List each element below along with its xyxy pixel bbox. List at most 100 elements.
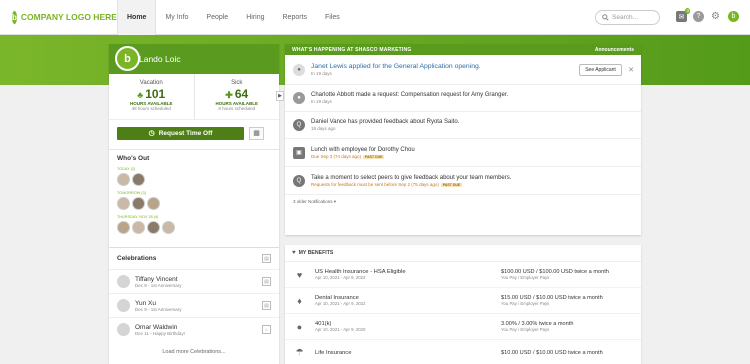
avatar	[117, 323, 130, 336]
notification-due: Requests for feedback must be sent befor…	[311, 181, 439, 187]
profile-avatar[interactable]: b	[115, 46, 140, 71]
main-nav: Home My Info People Hiring Reports Files	[117, 0, 349, 35]
my-benefits-panel: ♥ MY BENEFITS ♥ US Health Insurance - HS…	[285, 245, 641, 364]
nav-hiring[interactable]: Hiring	[237, 0, 273, 35]
nav-reports[interactable]: Reports	[274, 0, 317, 35]
birthday-cake-icon: ⌂	[262, 325, 271, 334]
whos-out-day: THURSDAY, NOV 28 (4)	[117, 215, 159, 219]
whos-out-section: Who's Out TODAY (2) TOMORROW (3) THURSDA…	[109, 150, 279, 234]
request-time-off-label: Request Time Off	[158, 129, 213, 137]
vacation-hours: 101	[145, 87, 166, 101]
profile-header: b Lando Loic	[109, 44, 279, 74]
user-avatar[interactable]: b	[728, 11, 739, 22]
benefit-name: Life Insurance	[315, 349, 352, 356]
load-more-celebrations-link[interactable]: Load more Celebrations...	[109, 349, 279, 355]
inbox-icon[interactable]: ✉ 3	[676, 8, 690, 22]
sick-scheduled: 8 hours scheduled	[218, 106, 256, 111]
nav-my-info[interactable]: My Info	[156, 0, 197, 35]
celebration-desc: Dec 9 - 1st Anniversary	[135, 306, 182, 312]
announcements-link[interactable]: Announcements	[595, 47, 634, 53]
notification-text: Lunch with employee for Dorothy Chou	[311, 146, 415, 153]
next-balance-arrow-icon[interactable]: ▶	[276, 91, 284, 101]
avatar[interactable]	[162, 221, 175, 234]
list-item[interactable]: Yun Xu Dec 9 - 1st Anniversary ▤	[109, 293, 279, 317]
avatar	[117, 299, 130, 312]
benefit-pay-label: You Pay / Employer Pays	[501, 301, 550, 306]
notification-due: Due Sep 3 (74 days ago)	[311, 153, 362, 159]
heartbeat-icon: ♥	[296, 269, 303, 280]
feedback-icon: Q	[293, 174, 305, 187]
profile-card: b Lando Loic Vacation ♣ 101 HOURS AVAILAB…	[109, 44, 284, 364]
request-time-off-button[interactable]: ◷ Request Time Off	[117, 126, 244, 140]
avatar[interactable]	[132, 173, 145, 186]
notification-item[interactable]: ● Charlotte Abbott made a request: Compe…	[285, 85, 641, 112]
notification-item[interactable]: ● Janet Lewis applied for the General Ap…	[285, 55, 641, 85]
logo-mark-icon: b	[12, 10, 17, 24]
whos-out-day: TOMORROW (3)	[117, 191, 147, 195]
nav-files[interactable]: Files	[316, 0, 349, 35]
older-notifications-link[interactable]: 3 older Notifications ▾	[285, 195, 641, 209]
company-logo[interactable]: b COMPANY LOGO HERE	[12, 10, 117, 24]
list-item[interactable]: Tiffany Vincent Dec 9 - 1st Anniversary ▤	[109, 269, 279, 293]
avatar[interactable]	[147, 221, 160, 234]
avatar[interactable]	[132, 221, 145, 234]
whats-happening-panel: WHAT'S HAPPENING AT SHASCO MARKETING Ann…	[285, 44, 641, 235]
tooth-icon: ♦	[297, 295, 302, 306]
settings-gear-icon[interactable]: ⚙	[710, 11, 721, 22]
avatar[interactable]	[117, 221, 130, 234]
avatar[interactable]	[117, 197, 130, 210]
vacation-scheduled: 48 hours scheduled	[131, 106, 171, 111]
help-icon[interactable]: ?	[693, 11, 704, 22]
benefit-pay-label: You Pay / Employer Pays	[501, 327, 550, 332]
celebration-name: Yun Xu	[135, 299, 156, 307]
whos-out-title: Who's Out	[117, 155, 150, 162]
anniversary-icon: ▤	[262, 277, 271, 286]
sick-label: Sick	[231, 80, 243, 86]
avatar[interactable]	[117, 173, 130, 186]
notification-item[interactable]: Q Daniel Vance has provided feedback abo…	[285, 112, 641, 139]
avatar[interactable]	[147, 197, 160, 210]
celebrations-section: Celebrations ▤ Tiffany Vincent Dec 9 - 1s…	[109, 247, 279, 364]
calendar-icon[interactable]: ▤	[262, 254, 271, 263]
id-card-icon: ▣	[293, 146, 305, 159]
celebration-name: Tiffany Vincent	[135, 275, 178, 283]
benefit-pay-label: You Pay / Employer Pays	[501, 275, 550, 280]
logo-text: COMPANY LOGO HERE	[20, 12, 117, 22]
notification-item[interactable]: ▣ Lunch with employee for Dorothy Chou Du…	[285, 139, 641, 167]
profile-name[interactable]: Lando Loic	[139, 54, 181, 64]
person-icon: ●	[293, 63, 305, 76]
notification-time: In 19 days	[311, 99, 332, 104]
past-due-badge: PAST DUE	[363, 154, 385, 159]
benefit-row[interactable]: ♦ Dental Insurance Apr 10, 2021 - Apr 9, …	[285, 288, 641, 314]
celebration-desc: Dec 9 - 1st Anniversary	[135, 282, 182, 288]
benefits-title: MY BENEFITS	[298, 250, 334, 256]
calculator-icon[interactable]: ▦	[249, 126, 264, 140]
time-off-balances: Vacation ♣ 101 HOURS AVAILABLE 48 hours s…	[109, 74, 284, 120]
person-icon: ●	[293, 92, 305, 104]
nav-home[interactable]: Home	[117, 0, 157, 35]
notification-time: 18 days ago	[311, 126, 336, 131]
past-due-badge: PAST DUE	[440, 182, 463, 187]
notification-text: Daniel Vance has provided feedback about…	[311, 119, 460, 125]
sick-balance[interactable]: Sick ✚ 64 HOURS AVAILABLE 8 hours schedul…	[193, 74, 280, 119]
search-icon	[602, 14, 609, 21]
search-input[interactable]: Search...	[595, 10, 660, 25]
benefit-row[interactable]: ☂ Life Insurance $10.00 USD / $10.00 USD…	[285, 340, 641, 364]
list-item[interactable]: Omar Waldwin Dec 11 - Happy Birthday! ⌂	[109, 317, 279, 341]
benefit-row[interactable]: ● 401(k) Apr 10, 2021 - Apr 9, 2020 3.00%…	[285, 314, 641, 340]
nav-people[interactable]: People	[197, 0, 237, 35]
piggy-bank-icon: ●	[296, 321, 303, 332]
avatar[interactable]	[132, 197, 145, 210]
notification-text: Take a moment to select peers to give fe…	[311, 174, 512, 181]
close-icon[interactable]: ✕	[628, 66, 634, 74]
celebrations-title: Celebrations	[117, 255, 157, 262]
benefit-row[interactable]: ♥ US Health Insurance - HSA Eligible Apr …	[285, 262, 641, 288]
anniversary-icon: ▤	[262, 301, 271, 310]
see-applicant-button[interactable]: See Applicant	[579, 63, 622, 76]
panel-title: WHAT'S HAPPENING AT SHASCO MARKETING	[292, 46, 412, 53]
notification-item[interactable]: Q Take a moment to select peers to give …	[285, 167, 641, 195]
vacation-label: Vacation	[139, 80, 163, 86]
vacation-balance[interactable]: Vacation ♣ 101 HOURS AVAILABLE 48 hours s…	[109, 74, 194, 119]
top-bar: b COMPANY LOGO HERE Home My Info People …	[0, 0, 750, 35]
celebration-name: Omar Waldwin	[135, 323, 178, 331]
